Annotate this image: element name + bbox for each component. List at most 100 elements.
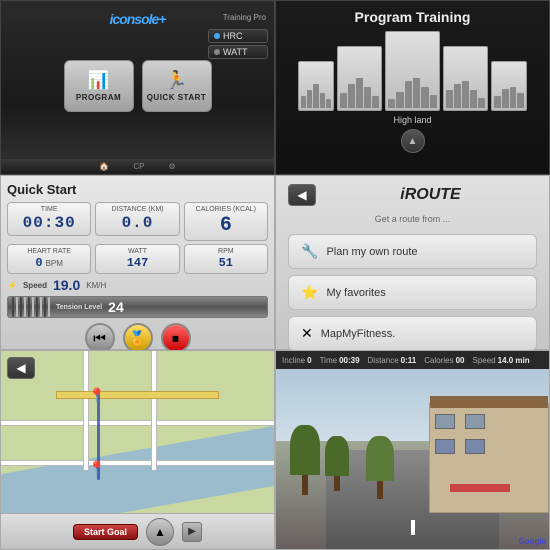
time-value: 00:39: [339, 356, 359, 365]
qs-speed-value: 19.0: [53, 277, 80, 293]
qs-calories-block: Calories (kcal) 6: [184, 202, 268, 241]
iconsole-panel: iconsole+ Training Pro HRC WATT 📊 Progra…: [0, 0, 275, 175]
tree-1: [290, 425, 320, 495]
speed-stat: Speed 14.0 min: [472, 356, 529, 365]
card2-bars: [340, 78, 379, 108]
favorites-text: My favorites: [326, 287, 385, 299]
map-scroll[interactable]: ▶: [182, 522, 202, 542]
road-mark-1: [411, 520, 415, 535]
speed-label: Speed: [472, 356, 495, 365]
watt-dot: [214, 49, 220, 55]
quickstart-panel: Quick Start Time 00:30 Distance (km) 0.0…: [0, 175, 275, 350]
qs-rpm-value: 51: [219, 256, 233, 270]
training-options: HRC WATT: [208, 29, 268, 59]
favorites-option[interactable]: ⭐ My favorites: [288, 275, 537, 310]
qs-distance-label: Distance (km): [112, 206, 164, 213]
map-bottom-bar: Start Goal ▲ ▶: [1, 513, 274, 549]
iconsole-plus: +: [158, 11, 165, 27]
map-road-2: [1, 460, 274, 466]
window-1: [435, 414, 455, 429]
tick-2: [16, 297, 18, 317]
program-cards: [298, 31, 527, 111]
calories-value: 00: [456, 356, 465, 365]
street-status-bar: Incline 0 Time 00:39 Distance 0:11 Calor…: [276, 351, 549, 369]
map-nav-up[interactable]: ▲: [146, 518, 174, 546]
time-stat: Time 00:39: [320, 356, 360, 365]
qs-watt-block: WATT 147: [95, 244, 179, 274]
iroute-header: ◀ iROUTE: [288, 184, 537, 206]
hrc-label: HRC: [223, 31, 243, 41]
awning: [450, 484, 510, 492]
map-road-1: [1, 420, 274, 426]
watt-option[interactable]: WATT: [208, 45, 268, 59]
training-pro-label: Training Pro: [223, 13, 266, 22]
quickstart-button[interactable]: 🏃 Quick Start: [142, 60, 212, 112]
program-card-4[interactable]: [443, 46, 488, 111]
distance-value: 0:11: [401, 356, 417, 365]
distance-label: Distance: [368, 356, 399, 365]
card1-bars: [301, 78, 331, 108]
qs-speed-label: Speed: [23, 281, 47, 290]
tree-3: [366, 436, 394, 499]
watt-label: WATT: [223, 47, 248, 57]
qs-rpm-label: RPM: [218, 248, 234, 255]
qs-watt-value: 147: [127, 256, 149, 270]
program-card-5[interactable]: [491, 61, 527, 111]
building-roof: [430, 396, 548, 408]
program-button[interactable]: 📊 Program: [64, 60, 134, 112]
tree-2: [325, 436, 349, 491]
map-back-button[interactable]: ◀: [7, 357, 35, 379]
map-pin-red: 📍: [88, 387, 105, 404]
qs-stop-btn[interactable]: ⏹: [161, 323, 191, 353]
qs-medal-btn[interactable]: 🏅: [123, 323, 153, 353]
program-card-1[interactable]: [298, 61, 334, 111]
tick-1: [12, 297, 14, 317]
program-subtitle: High land: [393, 115, 431, 125]
google-logo: Google: [518, 537, 546, 546]
program-training-panel: Program Training: [275, 0, 550, 175]
qs-speed-row: ⚡ Speed 19.0 KM/H: [7, 277, 268, 293]
tab-home[interactable]: 🏠: [95, 161, 113, 172]
tab-cp[interactable]: CP: [129, 161, 148, 172]
mapmyfitness-option[interactable]: ✕ MapMyFitness.: [288, 316, 537, 351]
program-nav-button[interactable]: ▲: [401, 129, 425, 153]
qs-calories-value: 6: [220, 214, 232, 237]
tension-label: Tension Level: [56, 304, 102, 311]
qs-rpm-block: RPM 51: [184, 244, 268, 274]
iconsole-logo-text: iconsole: [110, 11, 159, 27]
plan-route-option[interactable]: 🔧 Plan my own route: [288, 234, 537, 269]
iconsole-tab-bar: 🏠 CP ⚙: [1, 159, 274, 174]
incline-value: 0: [307, 356, 311, 365]
tab-settings[interactable]: ⚙: [164, 161, 179, 172]
iroute-title: iROUTE: [324, 186, 537, 204]
qs-back-btn[interactable]: ⏮: [85, 323, 115, 353]
quickstart-label: Quick Start: [147, 93, 207, 102]
tick-9: [44, 297, 46, 317]
tick-4: [24, 297, 26, 317]
program-icon: 📊: [87, 70, 109, 91]
map-road-3: [83, 351, 89, 470]
hrc-dot: [214, 33, 220, 39]
map-road-4: [151, 351, 157, 470]
qs-time-block: Time 00:30: [7, 202, 91, 236]
card3-bars: [388, 78, 437, 108]
tension-slider[interactable]: Tension Level 24: [7, 296, 268, 318]
iroute-back-button[interactable]: ◀: [288, 184, 316, 206]
hrc-option[interactable]: HRC: [208, 29, 268, 43]
quickstart-icon: 🏃: [165, 70, 187, 91]
building: [429, 403, 549, 513]
start-goal-button[interactable]: Start Goal: [73, 524, 138, 540]
distance-stat: Distance 0:11: [368, 356, 417, 365]
qs-distance-block: Distance (km) 0.0: [95, 202, 179, 236]
program-training-title: Program Training: [355, 9, 471, 25]
tick-10: [48, 297, 50, 317]
qs-speed-unit: KM/H: [86, 281, 106, 290]
quickstart-title: Quick Start: [7, 182, 268, 197]
program-card-3[interactable]: [385, 31, 440, 111]
qs-control-buttons: ⏮ 🏅 ⏹: [7, 323, 268, 353]
street-view-panel: Incline 0 Time 00:39 Distance 0:11 Calor…: [275, 350, 550, 550]
tick-3: [20, 297, 22, 317]
plan-route-icon: 🔧: [301, 243, 318, 260]
program-label: Program: [76, 93, 121, 102]
program-card-2[interactable]: [337, 46, 382, 111]
